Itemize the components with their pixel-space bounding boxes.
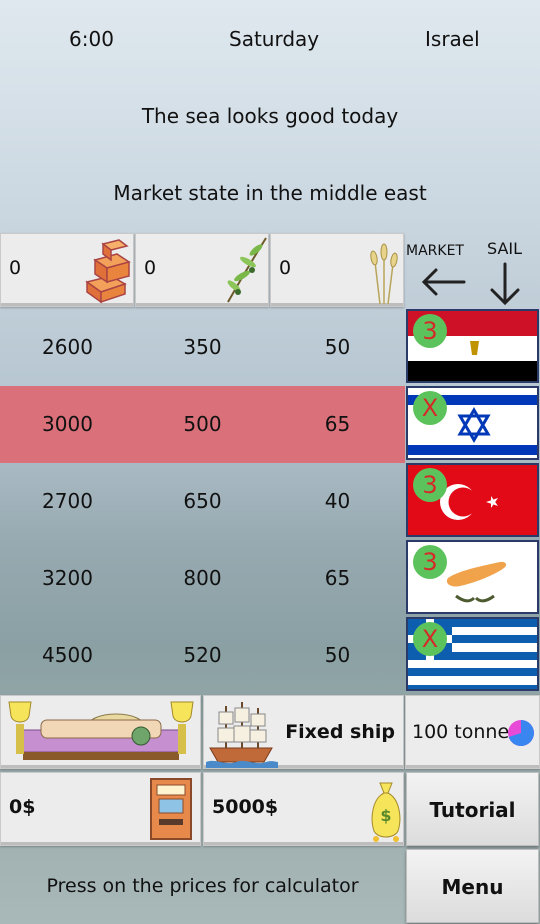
market-column-label: MARKET — [406, 243, 464, 259]
bank-button[interactable]: 0$ — [0, 772, 201, 846]
price-wheat[interactable]: 50 — [270, 617, 405, 694]
flag-cyprus-button[interactable]: 3 — [406, 540, 539, 614]
price-gold[interactable]: 3000 — [0, 386, 135, 463]
flag-egypt-button[interactable]: 3 — [406, 309, 539, 383]
price-gold[interactable]: 2600 — [0, 309, 135, 386]
cyprus-badge: 3 — [413, 545, 447, 579]
price-gold[interactable]: 4500 — [0, 617, 135, 694]
cargo-capacity-tile[interactable]: 100 tonne — [405, 695, 540, 769]
cash-balance: 5000$ — [212, 796, 279, 818]
cargo-capacity-label: 100 tonne — [412, 721, 510, 743]
price-gold[interactable]: 3200 — [0, 540, 135, 617]
sleeping-sailor-icon — [8, 701, 194, 760]
price-olive[interactable]: 500 — [135, 386, 270, 463]
goods-olive-tile[interactable]: 0 — [135, 233, 269, 307]
cash-tile[interactable]: 5000$ $ — [203, 772, 404, 846]
market-row-greece: 4500 520 50 — [0, 617, 405, 694]
money-bag-icon: $ — [371, 782, 401, 842]
price-wheat[interactable]: 40 — [270, 463, 405, 540]
price-gold[interactable]: 2700 — [0, 463, 135, 540]
price-olive[interactable]: 350 — [135, 309, 270, 386]
market-row-israel-current: 3000 500 65 — [0, 386, 405, 463]
gold-bars-icon — [85, 239, 131, 304]
flag-greece-button[interactable]: X — [406, 617, 539, 691]
price-olive[interactable]: 520 — [135, 617, 270, 694]
price-wheat[interactable]: 50 — [270, 309, 405, 386]
svg-text:$: $ — [380, 806, 391, 825]
clock-time: 6:00 — [69, 27, 114, 51]
arrow-down-icon — [490, 262, 520, 306]
wheat-icon — [370, 243, 398, 305]
arrow-left-icon — [421, 268, 466, 296]
price-wheat[interactable]: 65 — [270, 540, 405, 617]
bank-balance: 0$ — [9, 796, 36, 818]
goods-wheat-tile[interactable]: 0 — [270, 233, 404, 307]
cargo-pie-icon — [508, 720, 535, 746]
price-wheat[interactable]: 65 — [270, 386, 405, 463]
greece-badge: X — [413, 622, 447, 656]
current-location: Israel — [425, 27, 480, 51]
market-row-cyprus: 3200 800 65 — [0, 540, 405, 617]
day-of-week: Saturday — [229, 27, 320, 51]
calculator-hint: Press on the prices for calculator — [46, 875, 359, 897]
bank-atm-icon — [150, 778, 192, 840]
ship-button[interactable]: Fixed ship — [203, 695, 404, 769]
goods-gold-tile[interactable]: 0 — [0, 233, 134, 307]
market-row-turkey: 2700 650 40 — [0, 463, 405, 540]
sail-column-label: SAIL — [487, 239, 523, 258]
sailing-ship-icon — [206, 702, 278, 768]
israel-badge: X — [413, 391, 447, 425]
olive-amount: 0 — [144, 257, 157, 279]
olive-branch-icon — [227, 237, 267, 303]
market-title: Market state in the middle east — [113, 181, 427, 205]
gold-amount: 0 — [9, 257, 22, 279]
turkey-badge: 3 — [413, 468, 447, 502]
sleep-button[interactable] — [0, 695, 201, 769]
wheat-amount: 0 — [279, 257, 292, 279]
weather-message: The sea looks good today — [141, 104, 399, 128]
tutorial-button[interactable]: Tutorial — [406, 772, 539, 846]
price-olive[interactable]: 800 — [135, 540, 270, 617]
menu-button[interactable]: Menu — [406, 849, 539, 923]
market-row-egypt: 2600 350 50 — [0, 309, 405, 386]
price-olive[interactable]: 650 — [135, 463, 270, 540]
flag-israel-button[interactable]: X — [406, 386, 539, 460]
ship-status-label: Fixed ship — [285, 721, 395, 743]
flag-turkey-button[interactable]: 3 — [406, 463, 539, 537]
egypt-badge: 3 — [413, 314, 447, 348]
